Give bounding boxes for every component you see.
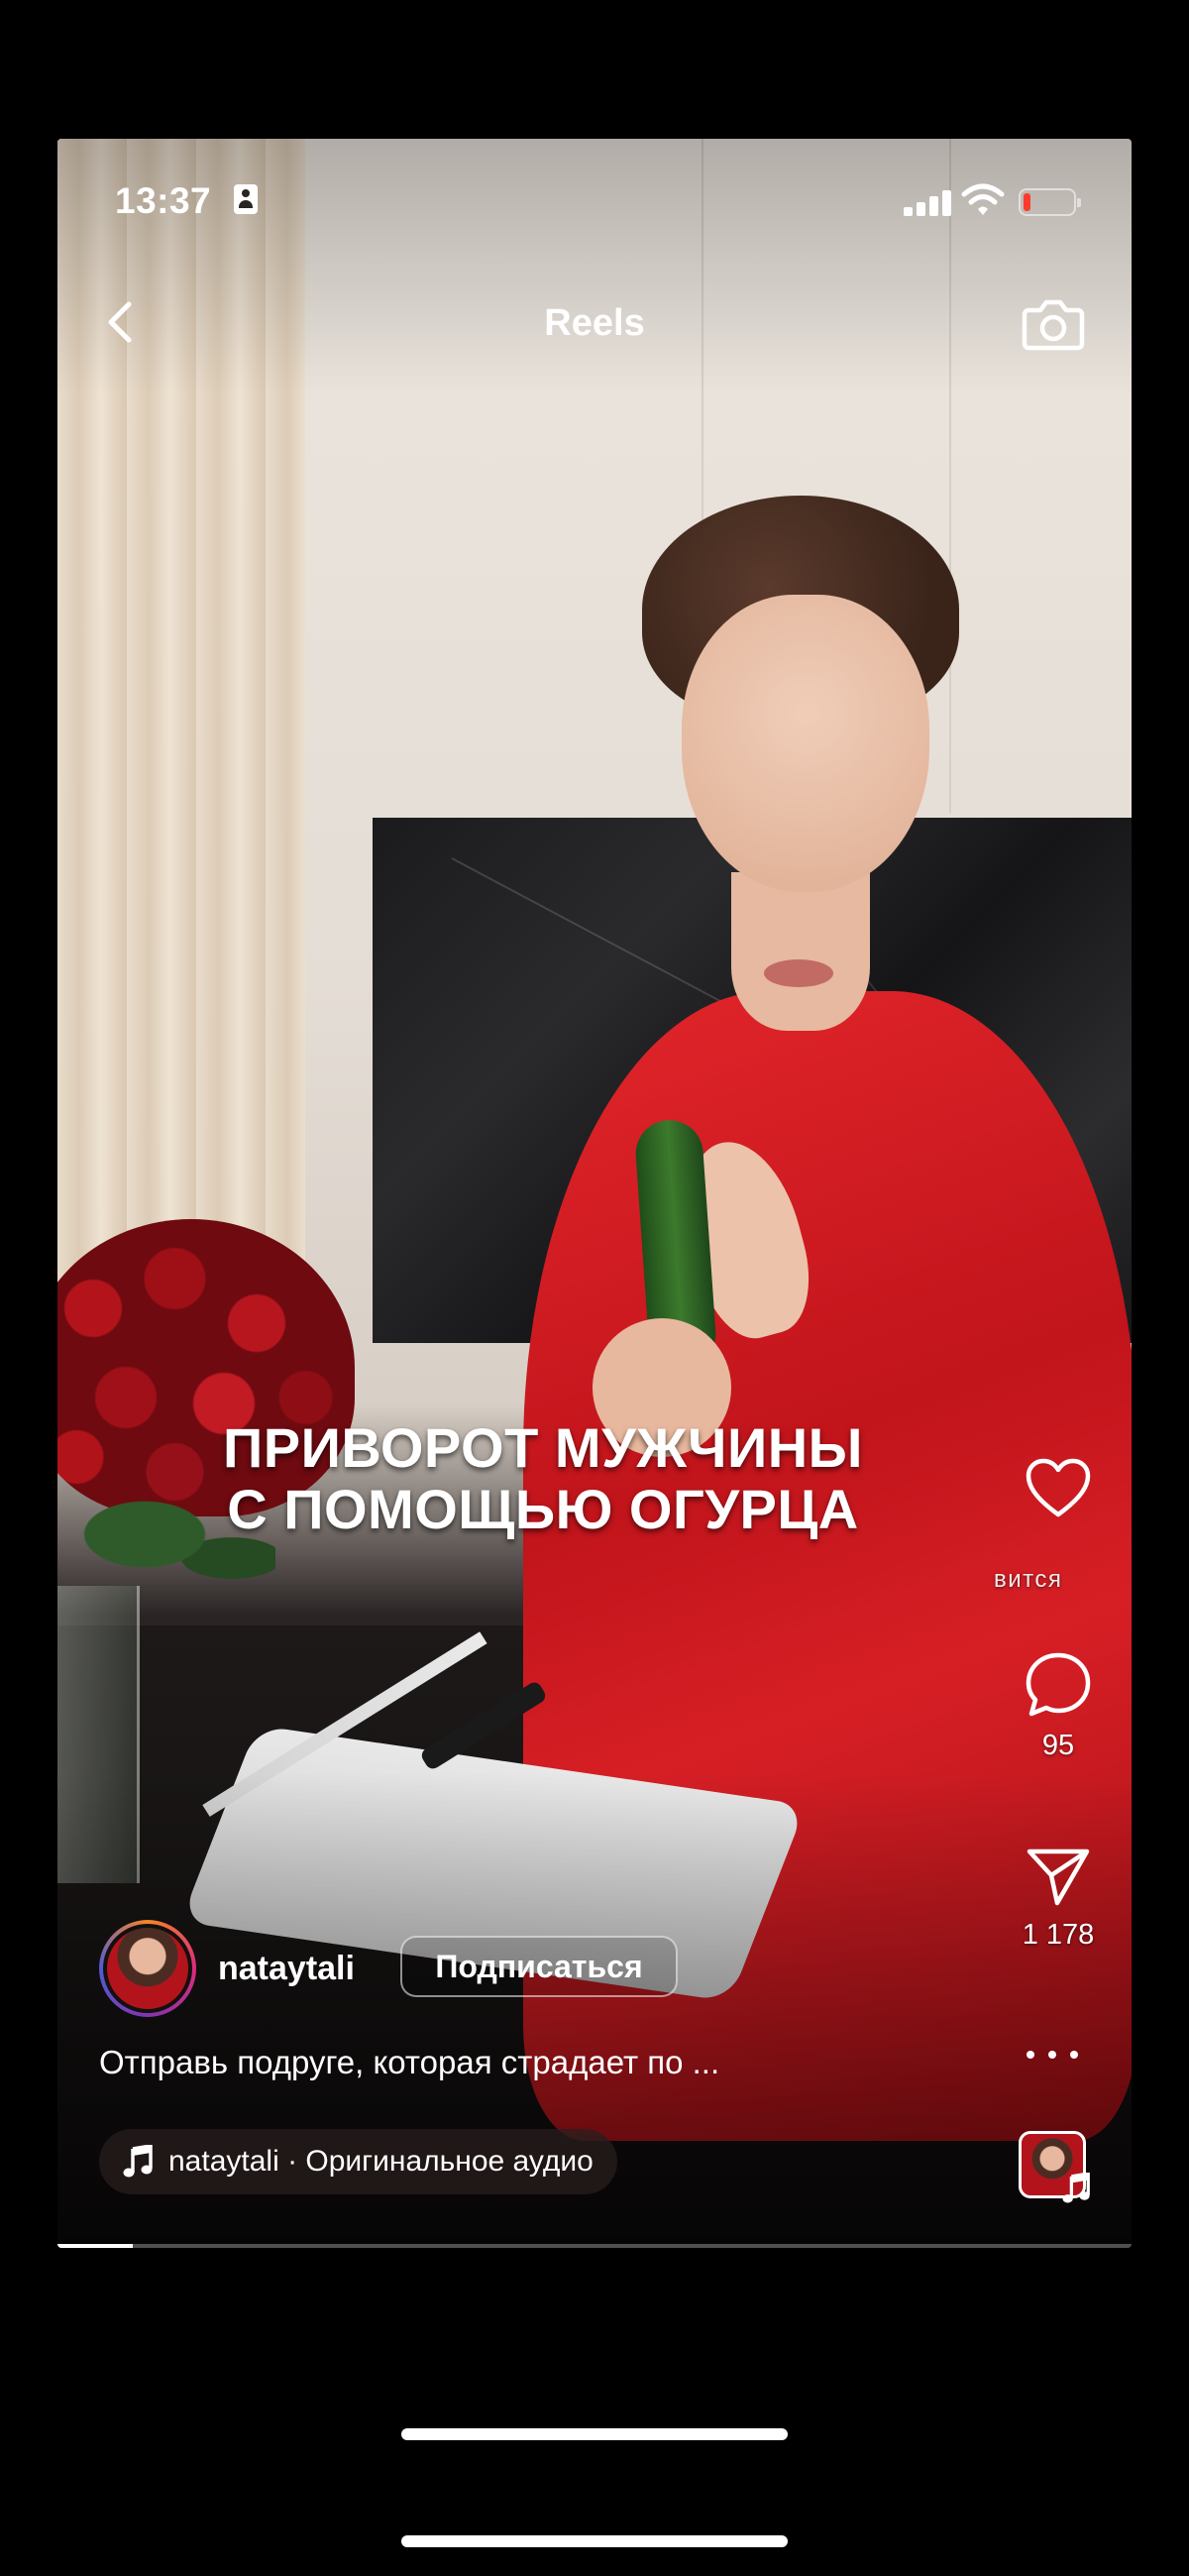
- audio-link[interactable]: nataytali · Оригинальное аудио: [99, 2129, 617, 2194]
- avatar[interactable]: [99, 1920, 196, 2017]
- like-label: вится: [994, 1566, 1063, 1593]
- video-caption: ПРИВОРОТ МУЖЧИНЫ С ПОМОЩЬЮ ОГУРЦА: [166, 1417, 919, 1539]
- top-gradient: [57, 139, 1132, 396]
- presenter-lips: [764, 959, 833, 987]
- camera-icon: [1022, 299, 1085, 351]
- video-progress-fill: [57, 2244, 133, 2248]
- home-indicator[interactable]: [401, 2428, 788, 2440]
- follow-button[interactable]: Подписаться: [400, 1936, 678, 1997]
- like-button[interactable]: [997, 1457, 1120, 1520]
- reels-screen[interactable]: Reels ПРИВОРОТ МУЖЧИНЫ С ПОМОЩЬЮ ОГУРЦА …: [57, 139, 1132, 2248]
- presenter-neck: [731, 872, 870, 1031]
- audio-text: nataytali · Оригинальное аудио: [168, 2145, 594, 2178]
- presenter-face: [682, 595, 929, 892]
- music-note-icon: [123, 2145, 153, 2178]
- wifi-icon: [961, 183, 1005, 215]
- video-frame[interactable]: [57, 139, 1132, 2248]
- contact-card-icon: [234, 184, 258, 214]
- more-dot: [1027, 2051, 1034, 2059]
- cellular-signal-icon: [904, 190, 953, 216]
- more-button[interactable]: [1021, 2037, 1096, 2072]
- comment-icon: [1026, 1652, 1091, 1717]
- username[interactable]: nataytali: [218, 1950, 355, 1988]
- comment-button[interactable]: 95: [997, 1650, 1120, 1762]
- share-button[interactable]: 1 178: [997, 1846, 1120, 1952]
- camera-button[interactable]: [1019, 292, 1088, 356]
- home-indicator[interactable]: [401, 2535, 788, 2547]
- heart-icon: [1026, 1458, 1091, 1517]
- comment-count: 95: [1041, 1730, 1075, 1761]
- status-time: 13:37: [115, 180, 212, 221]
- battery-icon: [1019, 188, 1081, 216]
- caption-line-1: ПРИВОРОТ МУЖЧИНЫ: [222, 1416, 864, 1479]
- more-dot: [1048, 2051, 1056, 2059]
- music-note-icon: [1062, 2173, 1090, 2203]
- post-description[interactable]: Отправь подруге, которая страдает по ...: [99, 2044, 719, 2081]
- avatar-image: [103, 1924, 192, 2013]
- caption-line-2: С ПОМОЩЬЮ ОГУРЦА: [227, 1477, 859, 1540]
- more-dot: [1070, 2051, 1078, 2059]
- video-progress-bar[interactable]: [57, 2244, 1132, 2248]
- page-title: Reels: [544, 302, 645, 344]
- send-icon: [1027, 1848, 1090, 1906]
- share-count: 1 178: [1022, 1919, 1095, 1951]
